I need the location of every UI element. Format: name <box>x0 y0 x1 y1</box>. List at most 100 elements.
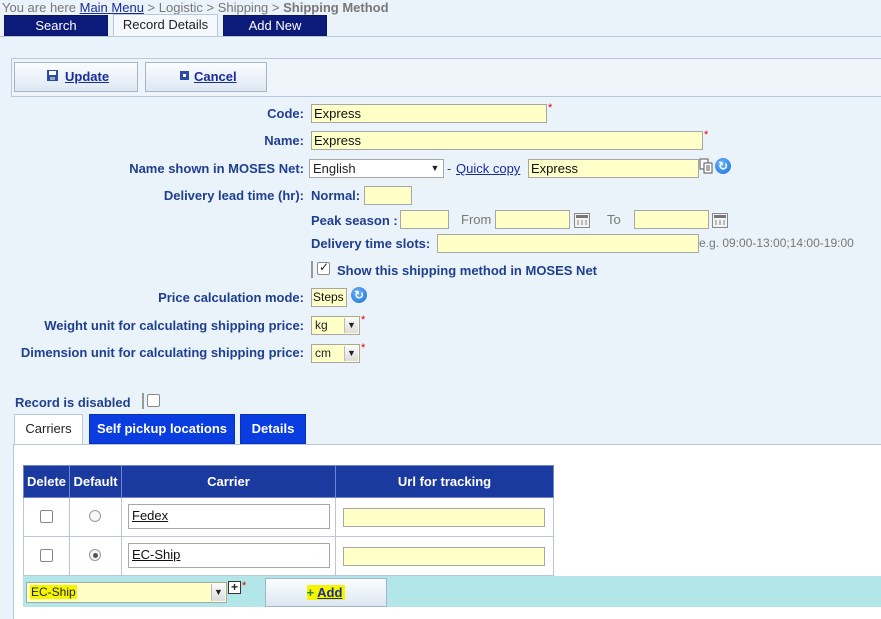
language-select[interactable]: English ▼ <box>309 159 444 178</box>
price-mode-value[interactable]: Steps <box>311 288 347 307</box>
breadcrumb-logistic: Logistic <box>158 0 203 15</box>
cancel-button[interactable]: Cancel <box>145 62 267 92</box>
update-button[interactable]: Update <box>14 62 138 92</box>
separator-dash: - <box>447 161 452 176</box>
tab-record-details[interactable]: Record Details <box>113 14 218 37</box>
breadcrumb-main-menu-link[interactable]: Main Menu <box>80 0 144 15</box>
copy-icon[interactable] <box>699 158 713 174</box>
delete-cell <box>23 536 70 576</box>
weight-unit-select[interactable]: kg ▼ <box>311 316 360 335</box>
column-header-default: Default <box>69 465 122 498</box>
tab-details[interactable]: Details <box>240 414 306 444</box>
quick-copy-link[interactable]: Quick copy <box>456 161 520 176</box>
record-disabled-label: Record is disabled <box>15 395 131 410</box>
refresh-icon[interactable]: ↻ <box>715 158 731 174</box>
normal-label: Normal: <box>311 188 361 203</box>
dimension-unit-label: Dimension unit for calculating shipping … <box>20 345 304 360</box>
toolbar <box>11 58 881 97</box>
column-header-carrier: Carrier <box>121 465 336 498</box>
required-mark: * <box>704 129 709 141</box>
required-mark: * <box>361 342 366 354</box>
carrier-input[interactable]: Fedex <box>128 504 330 529</box>
delivery-slots-hint: e.g. 09:00-13:00;14:00-19:00 <box>699 236 854 250</box>
code-input[interactable]: Express <box>311 104 547 123</box>
table-row: EC-Ship <box>23 536 554 576</box>
record-disabled-checkbox[interactable] <box>147 394 160 407</box>
delete-cell <box>23 497 70 537</box>
from-date-input[interactable] <box>495 210 570 229</box>
dimension-unit-value: cm <box>315 346 331 360</box>
peak-season-label: Peak season : <box>311 213 398 228</box>
divider <box>142 393 144 409</box>
column-header-delete: Delete <box>23 465 70 498</box>
default-cell <box>69 536 122 576</box>
carrier-name: Fedex <box>132 508 169 523</box>
breadcrumb-shipping: Shipping <box>217 0 269 15</box>
default-radio[interactable] <box>89 510 101 522</box>
carriers-table: Delete Default Carrier Url for tracking … <box>23 465 554 576</box>
weight-unit-value: kg <box>315 318 328 332</box>
table-row: Fedex <box>23 497 554 537</box>
column-header-url: Url for tracking <box>335 465 554 498</box>
tab-self-pickup-locations[interactable]: Self pickup locations <box>89 414 235 444</box>
tab-add-new[interactable]: Add New <box>223 15 327 36</box>
chevron-down-icon: ▼ <box>344 346 358 361</box>
url-cell <box>335 536 554 576</box>
breadcrumb-prefix: You are here <box>2 0 76 15</box>
lead-time-label: Delivery lead time (hr): <box>163 188 304 203</box>
show-in-moses-label: Show this shipping method in MOSES Net <box>337 263 597 278</box>
delete-checkbox[interactable] <box>40 510 53 523</box>
moses-name-input[interactable]: Express <box>528 159 699 178</box>
breadcrumb: You are here Main Menu > Logistic > Ship… <box>2 0 389 15</box>
divider <box>311 261 313 278</box>
default-radio[interactable] <box>89 549 101 561</box>
tab-search[interactable]: Search <box>4 15 108 36</box>
tracking-url-input[interactable] <box>343 508 545 527</box>
show-in-moses-checkbox[interactable] <box>317 260 330 275</box>
delivery-slots-label: Delivery time slots: <box>311 236 431 251</box>
add-button[interactable]: + Add <box>265 578 387 607</box>
cancel-label: Cancel <box>194 69 237 84</box>
tracking-url-input[interactable] <box>343 547 545 566</box>
chevron-down-icon: ▼ <box>211 584 225 601</box>
tab-carriers[interactable]: Carriers <box>14 414 83 446</box>
from-label: From <box>461 212 492 227</box>
cancel-icon <box>180 71 189 80</box>
normal-lead-time-input[interactable] <box>364 186 412 205</box>
default-cell <box>69 497 122 537</box>
peak-season-input[interactable] <box>400 210 449 229</box>
add-label: Add <box>314 585 346 600</box>
add-carrier-plus-icon[interactable]: + <box>228 581 241 594</box>
delivery-slots-input[interactable] <box>437 234 699 253</box>
language-value: English <box>313 161 356 176</box>
to-date-input[interactable] <box>634 210 709 229</box>
breadcrumb-separator: > <box>147 0 156 15</box>
name-label: Name: <box>264 133 304 148</box>
weight-unit-label: Weight unit for calculating shipping pri… <box>44 318 304 333</box>
update-label: Update <box>65 69 110 84</box>
chevron-down-icon: ▼ <box>430 163 440 173</box>
chevron-down-icon: ▼ <box>344 318 358 333</box>
carrier-cell: Fedex <box>121 497 336 537</box>
carrier-input[interactable]: EC-Ship <box>128 543 330 568</box>
dimension-unit-select[interactable]: cm ▼ <box>311 344 360 363</box>
required-mark: * <box>361 314 366 326</box>
new-carrier-value: EC-Ship <box>30 585 77 599</box>
calendar-icon[interactable] <box>574 213 590 228</box>
tab-divider <box>0 36 881 37</box>
breadcrumb-current: Shipping Method <box>283 0 389 15</box>
required-mark: * <box>548 102 553 114</box>
calendar-icon[interactable] <box>712 213 728 228</box>
breadcrumb-separator: > <box>271 0 280 15</box>
price-mode-label: Price calculation mode: <box>158 290 304 305</box>
moses-name-label: Name shown in MOSES Net: <box>129 161 304 176</box>
refresh-icon[interactable]: ↻ <box>351 287 367 303</box>
required-mark: * <box>242 580 247 592</box>
carrier-name: EC-Ship <box>132 547 181 562</box>
to-label: To <box>607 212 621 227</box>
save-icon <box>47 70 58 81</box>
name-input[interactable]: Express <box>311 131 703 150</box>
new-carrier-select[interactable]: EC-Ship ▼ <box>26 582 227 603</box>
delete-checkbox[interactable] <box>40 549 53 562</box>
carrier-cell: EC-Ship <box>121 536 336 576</box>
